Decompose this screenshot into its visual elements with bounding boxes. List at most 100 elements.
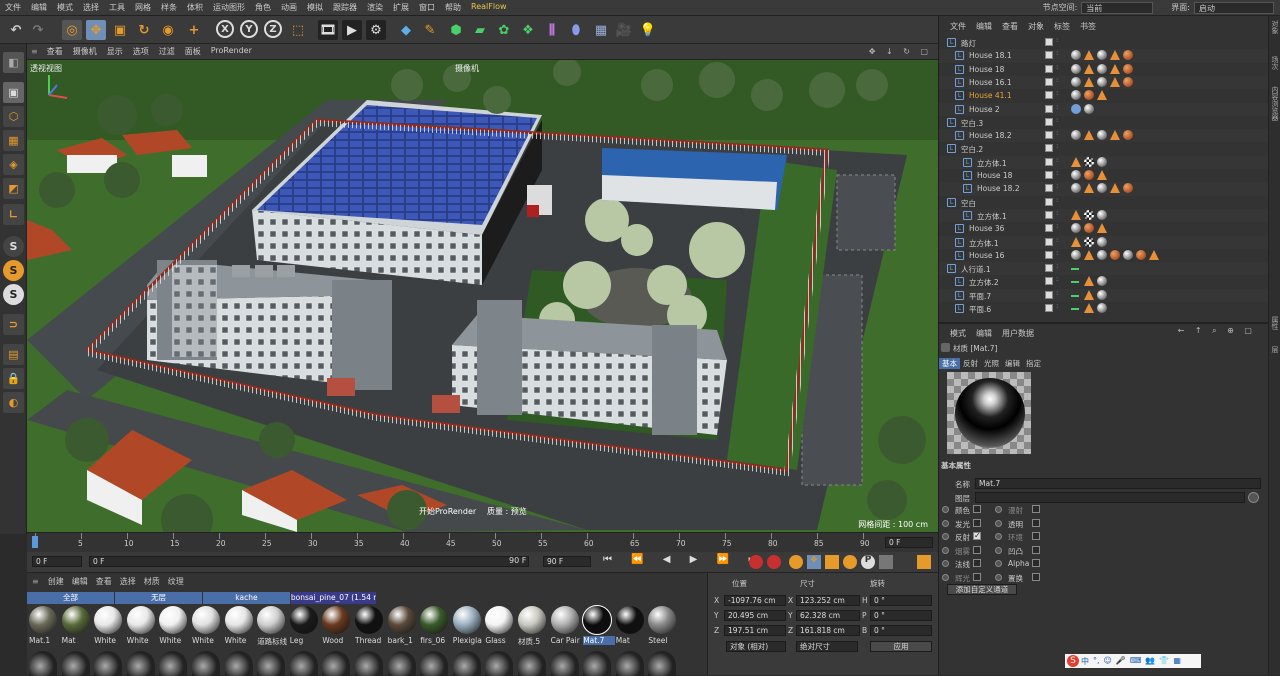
object-name[interactable]: 立方体.1 (969, 238, 999, 249)
texture-tag-icon[interactable] (1097, 63, 1107, 74)
object-row[interactable]: L 空白: (939, 196, 1269, 209)
node-space-dropdown[interactable]: 当前 (ProRender) (1081, 1, 1154, 24)
texture-tag-icon[interactable] (1084, 209, 1094, 220)
material-thumbnail-row2[interactable] (583, 651, 612, 676)
material-thumbnail[interactable] (550, 606, 579, 634)
attribute-tab[interactable]: 指定 (1023, 358, 1044, 369)
key-position-icon[interactable]: ✥ (807, 555, 821, 569)
material-tag-icon[interactable] (1097, 170, 1107, 180)
field-icon[interactable]: ⬮ (566, 20, 586, 40)
attribute-tab[interactable]: 反射 (960, 358, 981, 369)
channel-checkbox[interactable] (1032, 518, 1040, 527)
object-row[interactable]: L 平面.7: (939, 288, 1269, 302)
texture-tag-icon[interactable] (1123, 76, 1133, 87)
object-name[interactable]: House 2 (969, 105, 1000, 114)
material-menu-item[interactable]: 材质 (140, 576, 164, 587)
object-render-dots[interactable]: : (1056, 170, 1060, 179)
texture-tag-icon[interactable] (1084, 103, 1094, 114)
grid-icon[interactable]: ▤ (3, 344, 24, 365)
object-name[interactable]: 空白.2 (961, 144, 983, 155)
object-visibility-checkbox[interactable] (1045, 38, 1053, 46)
object-row[interactable]: L 人行道.1: (939, 262, 1269, 276)
object-menu-item[interactable]: 对象 (1023, 21, 1049, 32)
texture-tag-icon[interactable] (1123, 130, 1133, 141)
material-thumbnail-row2[interactable] (550, 651, 579, 676)
point-mode-icon[interactable]: ◈ (3, 154, 24, 175)
coord-mode-dropdown[interactable]: 对象 (相对) (726, 641, 786, 652)
material-thumbnail[interactable] (159, 606, 188, 634)
pen-icon[interactable]: ✎ (420, 20, 440, 40)
material-thumbnail[interactable] (648, 606, 677, 634)
object-visibility-checkbox[interactable] (1045, 77, 1053, 86)
ime-item[interactable]: ▦ (1173, 656, 1181, 667)
texture-tag-icon[interactable] (1071, 130, 1081, 141)
timeline-playhead[interactable] (32, 536, 38, 548)
object-render-dots[interactable]: : (1056, 263, 1060, 272)
menu-item[interactable]: 工具 (104, 2, 130, 13)
menu-item[interactable]: 渲染 (362, 2, 388, 13)
texture-tag-icon[interactable] (1097, 276, 1107, 287)
object-name[interactable]: 人行道.1 (961, 264, 991, 275)
object-name[interactable]: House 36 (969, 224, 1004, 233)
channel-radio[interactable] (995, 533, 1002, 540)
material-thumbnail[interactable] (29, 606, 57, 634)
texture-tag-icon[interactable] (1071, 249, 1081, 260)
texture-tag-icon[interactable] (1097, 209, 1107, 220)
snap-settings-icon[interactable]: S (3, 260, 24, 281)
channel-checkbox[interactable] (1032, 572, 1040, 581)
object-render-dots[interactable]: : (1056, 116, 1060, 126)
channel-checkbox[interactable] (1032, 532, 1040, 540)
attribute-tab[interactable]: 光照 (981, 358, 1002, 369)
object-visibility-checkbox[interactable] (1045, 290, 1053, 299)
channel-checkbox[interactable] (1032, 545, 1040, 554)
material-tag-icon[interactable] (1071, 209, 1081, 220)
object-name[interactable]: House 18.1 (969, 51, 1012, 60)
rotation-field[interactable]: 0 ° (870, 610, 932, 621)
material-thumbnail[interactable] (126, 606, 155, 634)
position-field[interactable]: 197.51 cm (724, 625, 786, 636)
material-tag-icon[interactable] (1097, 223, 1107, 234)
ime-item[interactable]: 👕 (1159, 656, 1169, 667)
object-row[interactable]: L 路灯: (939, 36, 1269, 49)
viewport-menu-item[interactable]: 面板 (180, 46, 206, 57)
material-thumbnail[interactable] (355, 606, 383, 634)
texture-tag-icon[interactable] (1097, 76, 1107, 87)
material-thumbnail[interactable] (322, 606, 351, 634)
position-field[interactable]: -1097.76 cm (724, 595, 786, 606)
material-tag-icon[interactable] (1110, 50, 1120, 61)
object-visibility-checkbox[interactable] (1045, 197, 1053, 206)
dock-tab[interactable]: 层 (1270, 346, 1280, 353)
texture-tag-icon[interactable] (1084, 90, 1094, 101)
channel-radio[interactable] (995, 506, 1002, 513)
material-thumbnail[interactable] (615, 606, 644, 634)
attribute-menu-item[interactable]: 模式 (945, 328, 971, 339)
viewport-nav-icons[interactable]: ✥ ↓ ↻ ▢ (869, 47, 938, 56)
object-render-dots[interactable]: : (1056, 76, 1060, 86)
channel-checkbox[interactable] (973, 572, 981, 581)
cloner-icon[interactable]: ✿ (494, 20, 514, 40)
object-name[interactable]: House 18 (977, 171, 1012, 180)
material-tag-icon[interactable] (1149, 249, 1159, 260)
material-thumbnail-row2[interactable] (355, 651, 383, 676)
material-thumbnail-row2[interactable] (94, 651, 123, 676)
material-thumbnail-row2[interactable] (126, 651, 155, 676)
object-name[interactable]: 路灯 (961, 38, 976, 49)
material-thumbnail[interactable] (289, 606, 318, 634)
object-visibility-checkbox[interactable] (1045, 184, 1053, 193)
apply-button[interactable]: 应用 (870, 641, 932, 652)
object-render-dots[interactable]: : (1056, 249, 1060, 259)
object-visibility-checkbox[interactable] (1045, 250, 1053, 259)
texture-tag-icon[interactable] (1097, 289, 1107, 300)
material-thumbnail-row2[interactable] (452, 651, 481, 676)
material-thumbnail-row2[interactable] (29, 651, 57, 676)
ime-item[interactable]: 👥 (1145, 656, 1155, 667)
texture-tag-icon[interactable] (1097, 236, 1107, 247)
object-name[interactable]: 空白 (961, 198, 976, 209)
material-menu-item[interactable]: 选择 (116, 576, 140, 587)
object-render-dots[interactable]: : (1056, 50, 1060, 59)
menu-item[interactable]: 模式 (52, 2, 78, 13)
object-render-dots[interactable]: : (1056, 303, 1060, 312)
size-field[interactable]: 161.818 cm (796, 625, 860, 636)
material-tag-icon[interactable] (1110, 63, 1120, 74)
attribute-menu-item[interactable]: 用户数据 (997, 328, 1039, 339)
